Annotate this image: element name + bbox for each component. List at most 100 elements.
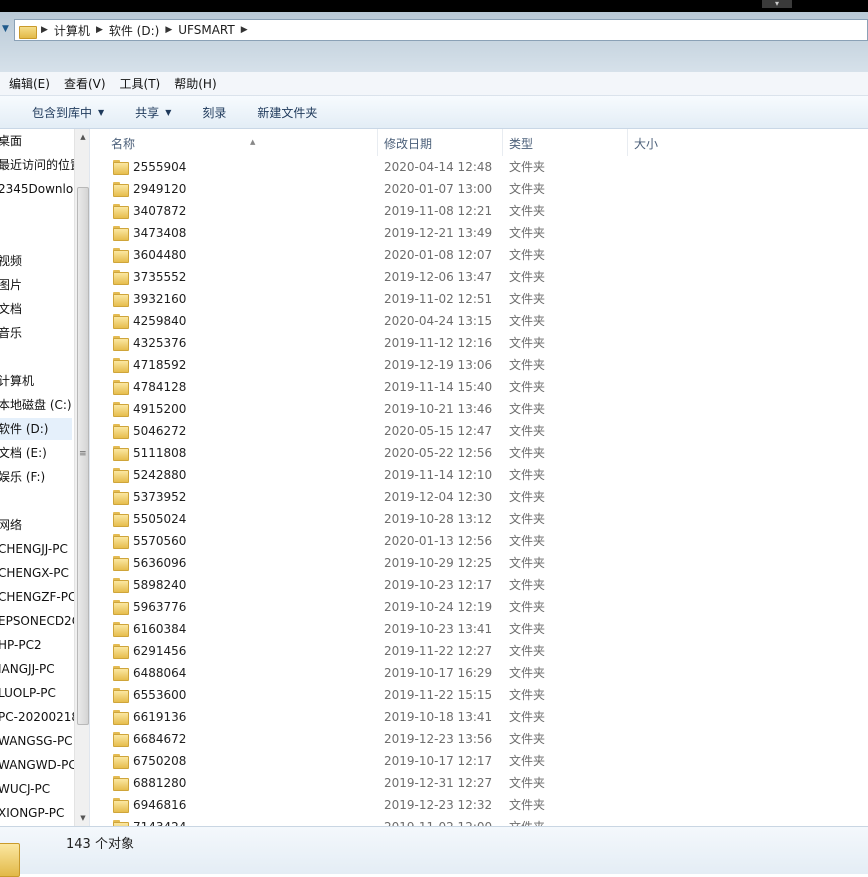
- nav-item[interactable]: 本地磁盘 (C:): [0, 394, 72, 416]
- folder-icon: [113, 622, 129, 637]
- file-type: 文件夹: [509, 270, 546, 284]
- file-row[interactable]: 2555904 2020-04-14 12:48 文件夹: [91, 156, 868, 178]
- folder-icon: [113, 270, 129, 285]
- nav-item[interactable]: LUOLP-PC: [0, 682, 56, 704]
- recent-pages-arrow-icon[interactable]: ▼: [2, 24, 12, 34]
- nav-item[interactable]: 娱乐 (F:): [0, 466, 45, 488]
- file-date: 2019-11-22 15:15: [384, 688, 493, 702]
- nav-item[interactable]: CHENGZF-PC: [0, 586, 76, 608]
- scroll-down-icon[interactable]: ▼: [75, 810, 89, 826]
- nav-item[interactable]: 网络: [0, 514, 22, 536]
- include-in-library-button[interactable]: 包含到库中 ▼: [32, 104, 104, 121]
- nav-item[interactable]: PC-20200218: [0, 706, 79, 728]
- file-row[interactable]: 5046272 2020-05-15 12:47 文件夹: [91, 420, 868, 442]
- file-row[interactable]: 6750208 2019-10-17 12:17 文件夹: [91, 750, 868, 772]
- file-row[interactable]: 6881280 2019-12-31 12:27 文件夹: [91, 772, 868, 794]
- new-folder-button[interactable]: 新建文件夹: [257, 104, 317, 121]
- file-row[interactable]: 4259840 2020-04-24 13:15 文件夹: [91, 310, 868, 332]
- file-row[interactable]: 5242880 2019-11-14 12:10 文件夹: [91, 464, 868, 486]
- folder-icon: [113, 336, 129, 351]
- file-row[interactable]: 4325376 2019-11-12 12:16 文件夹: [91, 332, 868, 354]
- file-row[interactable]: 6619136 2019-10-18 13:41 文件夹: [91, 706, 868, 728]
- file-row[interactable]: 5636096 2019-10-29 12:25 文件夹: [91, 552, 868, 574]
- file-row[interactable]: 5505024 2019-10-28 13:12 文件夹: [91, 508, 868, 530]
- menu-help[interactable]: 帮助(H): [174, 75, 216, 92]
- file-row[interactable]: 6488064 2019-10-17 16:29 文件夹: [91, 662, 868, 684]
- file-date: 2019-10-24 12:19: [384, 600, 493, 614]
- nav-item[interactable]: EPSONECD2C: [0, 610, 80, 632]
- file-name: 5898240: [133, 578, 187, 592]
- column-header-date[interactable]: 修改日期: [378, 129, 503, 156]
- nav-item[interactable]: HP-PC2: [0, 634, 42, 656]
- file-row[interactable]: 5898240 2019-10-23 12:17 文件夹: [91, 574, 868, 596]
- file-row[interactable]: 6553600 2019-11-22 15:15 文件夹: [91, 684, 868, 706]
- breadcrumb-separator-icon[interactable]: ▶: [96, 25, 103, 35]
- address-bar[interactable]: ▶ 计算机 ▶ 软件 (D:) ▶ UFSMART ▶: [14, 19, 868, 41]
- file-row[interactable]: 6946816 2019-12-23 12:32 文件夹: [91, 794, 868, 816]
- nav-item[interactable]: 文档 (E:): [0, 442, 47, 464]
- nav-item[interactable]: IANGJJ-PC: [0, 658, 55, 680]
- nav-item[interactable]: WANGWD-PC: [0, 754, 77, 776]
- breadcrumb-ufsmart[interactable]: UFSMART: [178, 23, 234, 37]
- nav-item[interactable]: 视频: [0, 250, 22, 272]
- file-type: 文件夹: [509, 798, 546, 812]
- nav-item[interactable]: 音乐: [0, 322, 22, 344]
- file-name: 3932160: [133, 292, 187, 306]
- file-row[interactable]: 7143424 2019-11-02 12:00 文件夹: [91, 816, 868, 826]
- column-header-size[interactable]: 大小: [628, 129, 868, 156]
- file-row[interactable]: 3473408 2019-12-21 13:49 文件夹: [91, 222, 868, 244]
- nav-item[interactable]: WANGSG-PC: [0, 730, 73, 752]
- burn-button[interactable]: 刻录: [202, 104, 226, 121]
- nav-item[interactable]: 桌面: [0, 130, 22, 152]
- folder-icon: [113, 666, 129, 681]
- breadcrumb-drive-d[interactable]: 软件 (D:): [109, 22, 159, 39]
- breadcrumb-separator-icon[interactable]: ▶: [41, 25, 48, 35]
- column-header-name[interactable]: ▲ 名称: [105, 129, 378, 156]
- column-header-type[interactable]: 类型: [503, 129, 628, 156]
- nav-item[interactable]: WUCJ-PC: [0, 778, 50, 800]
- file-row[interactable]: 3735552 2019-12-06 13:47 文件夹: [91, 266, 868, 288]
- file-row[interactable]: 4784128 2019-11-14 15:40 文件夹: [91, 376, 868, 398]
- breadcrumb-separator-icon[interactable]: ▶: [165, 25, 172, 35]
- file-row[interactable]: 5373952 2019-12-04 12:30 文件夹: [91, 486, 868, 508]
- file-row[interactable]: 3604480 2020-01-08 12:07 文件夹: [91, 244, 868, 266]
- file-row[interactable]: 5111808 2020-05-22 12:56 文件夹: [91, 442, 868, 464]
- menu-edit[interactable]: 编辑(E): [9, 75, 50, 92]
- file-row[interactable]: 3932160 2019-11-02 12:51 文件夹: [91, 288, 868, 310]
- file-name: 5570560: [133, 534, 187, 548]
- file-date: 2019-10-21 13:46: [384, 402, 493, 416]
- file-date: 2019-12-23 13:56: [384, 732, 493, 746]
- breadcrumb-separator-icon[interactable]: ▶: [241, 25, 248, 35]
- file-row[interactable]: 4915200 2019-10-21 13:46 文件夹: [91, 398, 868, 420]
- nav-item[interactable]: CHENGX-PC: [0, 562, 69, 584]
- command-bar: 包含到库中 ▼ 共享 ▼ 刻录 新建文件夹: [0, 96, 868, 129]
- nav-item[interactable]: 文档: [0, 298, 22, 320]
- file-row[interactable]: 6684672 2019-12-23 13:56 文件夹: [91, 728, 868, 750]
- menu-view[interactable]: 查看(V): [64, 75, 106, 92]
- nav-item[interactable]: 计算机: [0, 370, 34, 392]
- scroll-up-icon[interactable]: ▲: [75, 129, 89, 145]
- folder-icon: [113, 534, 129, 549]
- file-row[interactable]: 4718592 2019-12-19 13:06 文件夹: [91, 354, 868, 376]
- nav-item[interactable]: CHENGJJ-PC: [0, 538, 68, 560]
- file-row[interactable]: 5570560 2020-01-13 12:56 文件夹: [91, 530, 868, 552]
- nav-item[interactable]: 图片: [0, 274, 22, 296]
- file-row[interactable]: 6291456 2019-11-22 12:27 文件夹: [91, 640, 868, 662]
- nav-item[interactable]: XIONGP-PC: [0, 802, 64, 824]
- file-date: 2020-04-14 12:48: [384, 160, 493, 174]
- breadcrumb-computer[interactable]: 计算机: [54, 22, 90, 39]
- nav-item[interactable]: 最近访问的位置: [0, 154, 82, 176]
- file-type: 文件夹: [509, 710, 546, 724]
- file-list: 2555904 2020-04-14 12:48 文件夹 2949120 2020-01…: [91, 156, 868, 826]
- file-row[interactable]: 3407872 2019-11-08 12:21 文件夹: [91, 200, 868, 222]
- file-name: 5963776: [133, 600, 187, 614]
- chevron-down-icon[interactable]: ▾: [762, 0, 792, 8]
- file-row[interactable]: 5963776 2019-10-24 12:19 文件夹: [91, 596, 868, 618]
- file-row[interactable]: 6160384 2019-10-23 13:41 文件夹: [91, 618, 868, 640]
- file-row[interactable]: 2949120 2020-01-07 13:00 文件夹: [91, 178, 868, 200]
- file-date: 2020-01-07 13:00: [384, 182, 493, 196]
- nav-item[interactable]: 软件 (D:): [0, 418, 72, 440]
- share-button[interactable]: 共享 ▼: [135, 104, 171, 121]
- menu-tools[interactable]: 工具(T): [120, 75, 161, 92]
- navigation-scrollbar[interactable]: ▲ ≡ ▼: [74, 129, 89, 826]
